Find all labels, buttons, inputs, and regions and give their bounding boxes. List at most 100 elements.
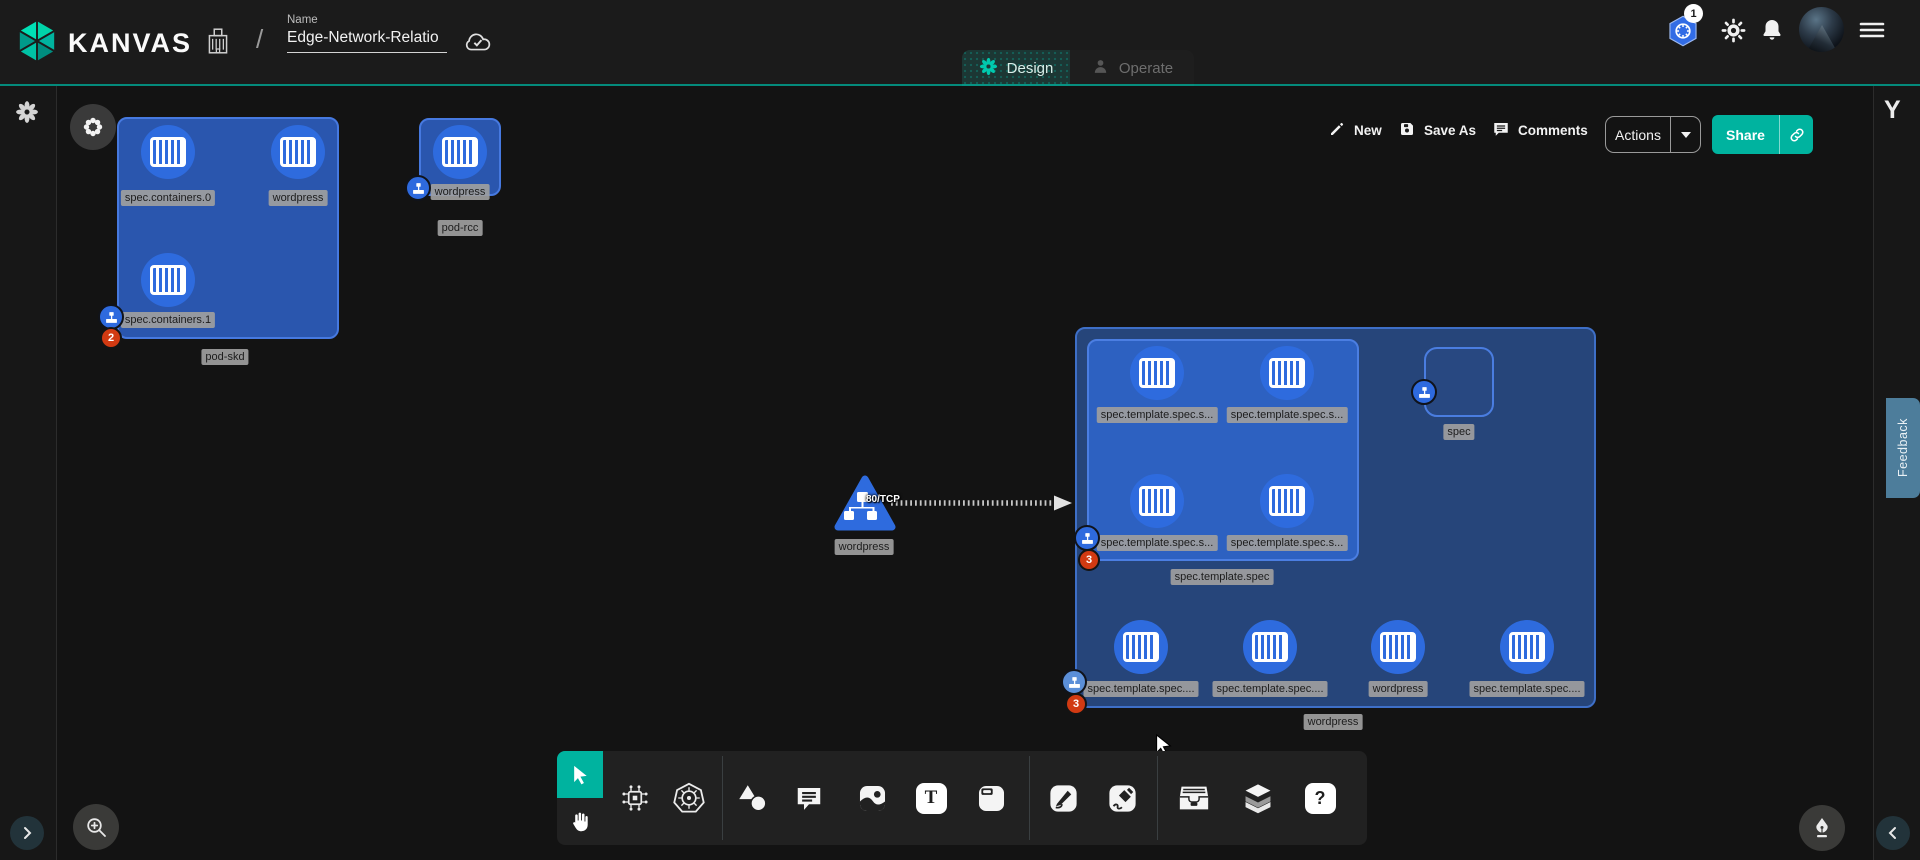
node-label: spec.containers.1 — [121, 312, 215, 328]
comments-button[interactable]: Comments — [1492, 120, 1588, 141]
circuit-design-tool[interactable] — [618, 781, 652, 815]
tab-design-label: Design — [1007, 60, 1054, 77]
node-label: spec.template.spec.... — [1470, 681, 1585, 697]
history-spiral-icon[interactable] — [13, 98, 41, 126]
actions-dropdown-caret[interactable] — [1670, 117, 1700, 152]
kanvas-hexagon-icon — [16, 18, 58, 69]
layers-tool[interactable] — [1241, 781, 1275, 815]
design-spiral-icon — [979, 57, 998, 80]
actions-button-label[interactable]: Actions — [1606, 127, 1670, 143]
network-relationship-badge[interactable] — [1411, 379, 1437, 405]
settings-gear-icon[interactable] — [1716, 13, 1750, 47]
node-label: spec.template.spec.s... — [1227, 535, 1348, 551]
share-split-button[interactable]: Share — [1712, 115, 1813, 154]
pod-node[interactable] — [1260, 346, 1314, 400]
pod-node[interactable] — [1243, 620, 1297, 674]
group-label: spec.template.spec — [1171, 569, 1274, 585]
pod-node[interactable] — [141, 125, 195, 179]
name-field-label: Name — [287, 14, 447, 26]
node-label: spec.template.spec.s... — [1097, 535, 1218, 551]
header-accent-line — [0, 84, 1920, 86]
kubernetes-tool[interactable] — [672, 781, 706, 815]
help-tool[interactable]: ? — [1303, 781, 1337, 815]
text-tool-glyph: T — [916, 783, 947, 814]
zoom-search-button[interactable] — [73, 804, 119, 850]
pod-node[interactable] — [1371, 620, 1425, 674]
user-avatar[interactable] — [1799, 7, 1844, 52]
image-tool[interactable] — [855, 781, 889, 815]
organization-icon[interactable] — [204, 26, 232, 56]
network-relationship-badge[interactable] — [1074, 525, 1100, 551]
copy-link-icon[interactable] — [1779, 115, 1813, 154]
pen-nib-button[interactable] — [1799, 805, 1845, 851]
save-icon — [1398, 120, 1416, 141]
new-button[interactable]: New — [1328, 120, 1382, 141]
actions-split-button[interactable]: Actions — [1605, 116, 1701, 153]
pan-hand-tool[interactable] — [557, 798, 603, 845]
pod-node[interactable] — [271, 125, 325, 179]
expand-left-panel-button[interactable] — [10, 816, 44, 850]
pod-node[interactable] — [1130, 346, 1184, 400]
pen-path-tool[interactable] — [1046, 781, 1080, 815]
new-button-label: New — [1354, 123, 1382, 138]
mode-tabs: Design Operate — [962, 50, 1194, 86]
pod-node[interactable] — [1500, 620, 1554, 674]
text-tool[interactable]: T — [914, 781, 948, 815]
kubernetes-context-icon[interactable]: 1 — [1664, 12, 1702, 50]
note-tool[interactable] — [974, 781, 1008, 815]
left-rail — [0, 86, 57, 860]
tab-operate-label: Operate — [1119, 60, 1173, 77]
freehand-draw-tool[interactable] — [1105, 781, 1139, 815]
toolbar-divider — [1029, 756, 1030, 840]
group-label: pod-skd — [201, 349, 248, 365]
canvas-flower-menu-button[interactable] — [70, 104, 116, 150]
pod-node[interactable] — [433, 125, 487, 179]
hamburger-menu-icon[interactable] — [1855, 15, 1889, 45]
kanvas-app: KANVAS / Name Edge-Network-Relatio — [0, 0, 1920, 860]
error-count-badge[interactable]: 3 — [1065, 693, 1087, 715]
layer5-y-icon[interactable]: Y — [1884, 96, 1901, 125]
breadcrumb-separator: / — [256, 24, 263, 55]
node-label: wordpress — [835, 539, 894, 555]
group-label: pod-rcc — [438, 220, 483, 236]
pod-node[interactable] — [1260, 474, 1314, 528]
node-label: wordpress — [269, 190, 328, 206]
node-label: spec.template.spec.s... — [1227, 407, 1348, 423]
save-as-button-label: Save As — [1424, 123, 1476, 138]
edge-port-label: 80/TCP — [866, 494, 900, 505]
notifications-bell-icon[interactable] — [1756, 13, 1788, 47]
group-spec-template-spec[interactable] — [1087, 339, 1359, 561]
pod-node[interactable] — [1114, 620, 1168, 674]
error-count-badge[interactable]: 2 — [100, 327, 122, 349]
error-count-badge[interactable]: 3 — [1078, 549, 1100, 571]
drawer-tool[interactable] — [1177, 781, 1211, 815]
share-button-label[interactable]: Share — [1712, 127, 1779, 143]
edge-service-to-deployment[interactable] — [889, 494, 1075, 517]
network-relationship-badge[interactable] — [1061, 669, 1087, 695]
cloud-saved-icon — [462, 28, 494, 54]
node-spec[interactable] — [1424, 347, 1494, 417]
kanvas-logo[interactable]: KANVAS — [16, 18, 192, 69]
tab-design[interactable]: Design — [962, 50, 1070, 86]
operate-person-icon — [1091, 57, 1110, 80]
logo-wordmark: KANVAS — [68, 28, 192, 59]
select-tool[interactable] — [557, 751, 603, 798]
pod-node[interactable] — [1130, 474, 1184, 528]
pod-node[interactable] — [141, 253, 195, 307]
save-as-button[interactable]: Save As — [1398, 120, 1476, 141]
context-count-badge: 1 — [1684, 4, 1703, 23]
node-label: spec — [1443, 424, 1474, 440]
network-relationship-badge[interactable] — [405, 175, 431, 201]
feedback-tab[interactable]: Feedback — [1886, 398, 1920, 498]
tab-operate[interactable]: Operate — [1070, 50, 1194, 86]
collapse-right-panel-button[interactable] — [1876, 816, 1910, 850]
node-label: spec.template.spec.s... — [1097, 407, 1218, 423]
pencil-icon — [1328, 120, 1346, 141]
service-node[interactable] — [834, 474, 896, 537]
shapes-tool[interactable] — [735, 781, 769, 815]
design-name-input[interactable]: Edge-Network-Relatio — [287, 29, 447, 53]
comments-button-label: Comments — [1518, 123, 1588, 138]
comment-tool[interactable] — [792, 781, 826, 815]
design-name-field[interactable]: Name Edge-Network-Relatio — [287, 14, 447, 53]
node-label: spec.containers.0 — [121, 190, 215, 206]
